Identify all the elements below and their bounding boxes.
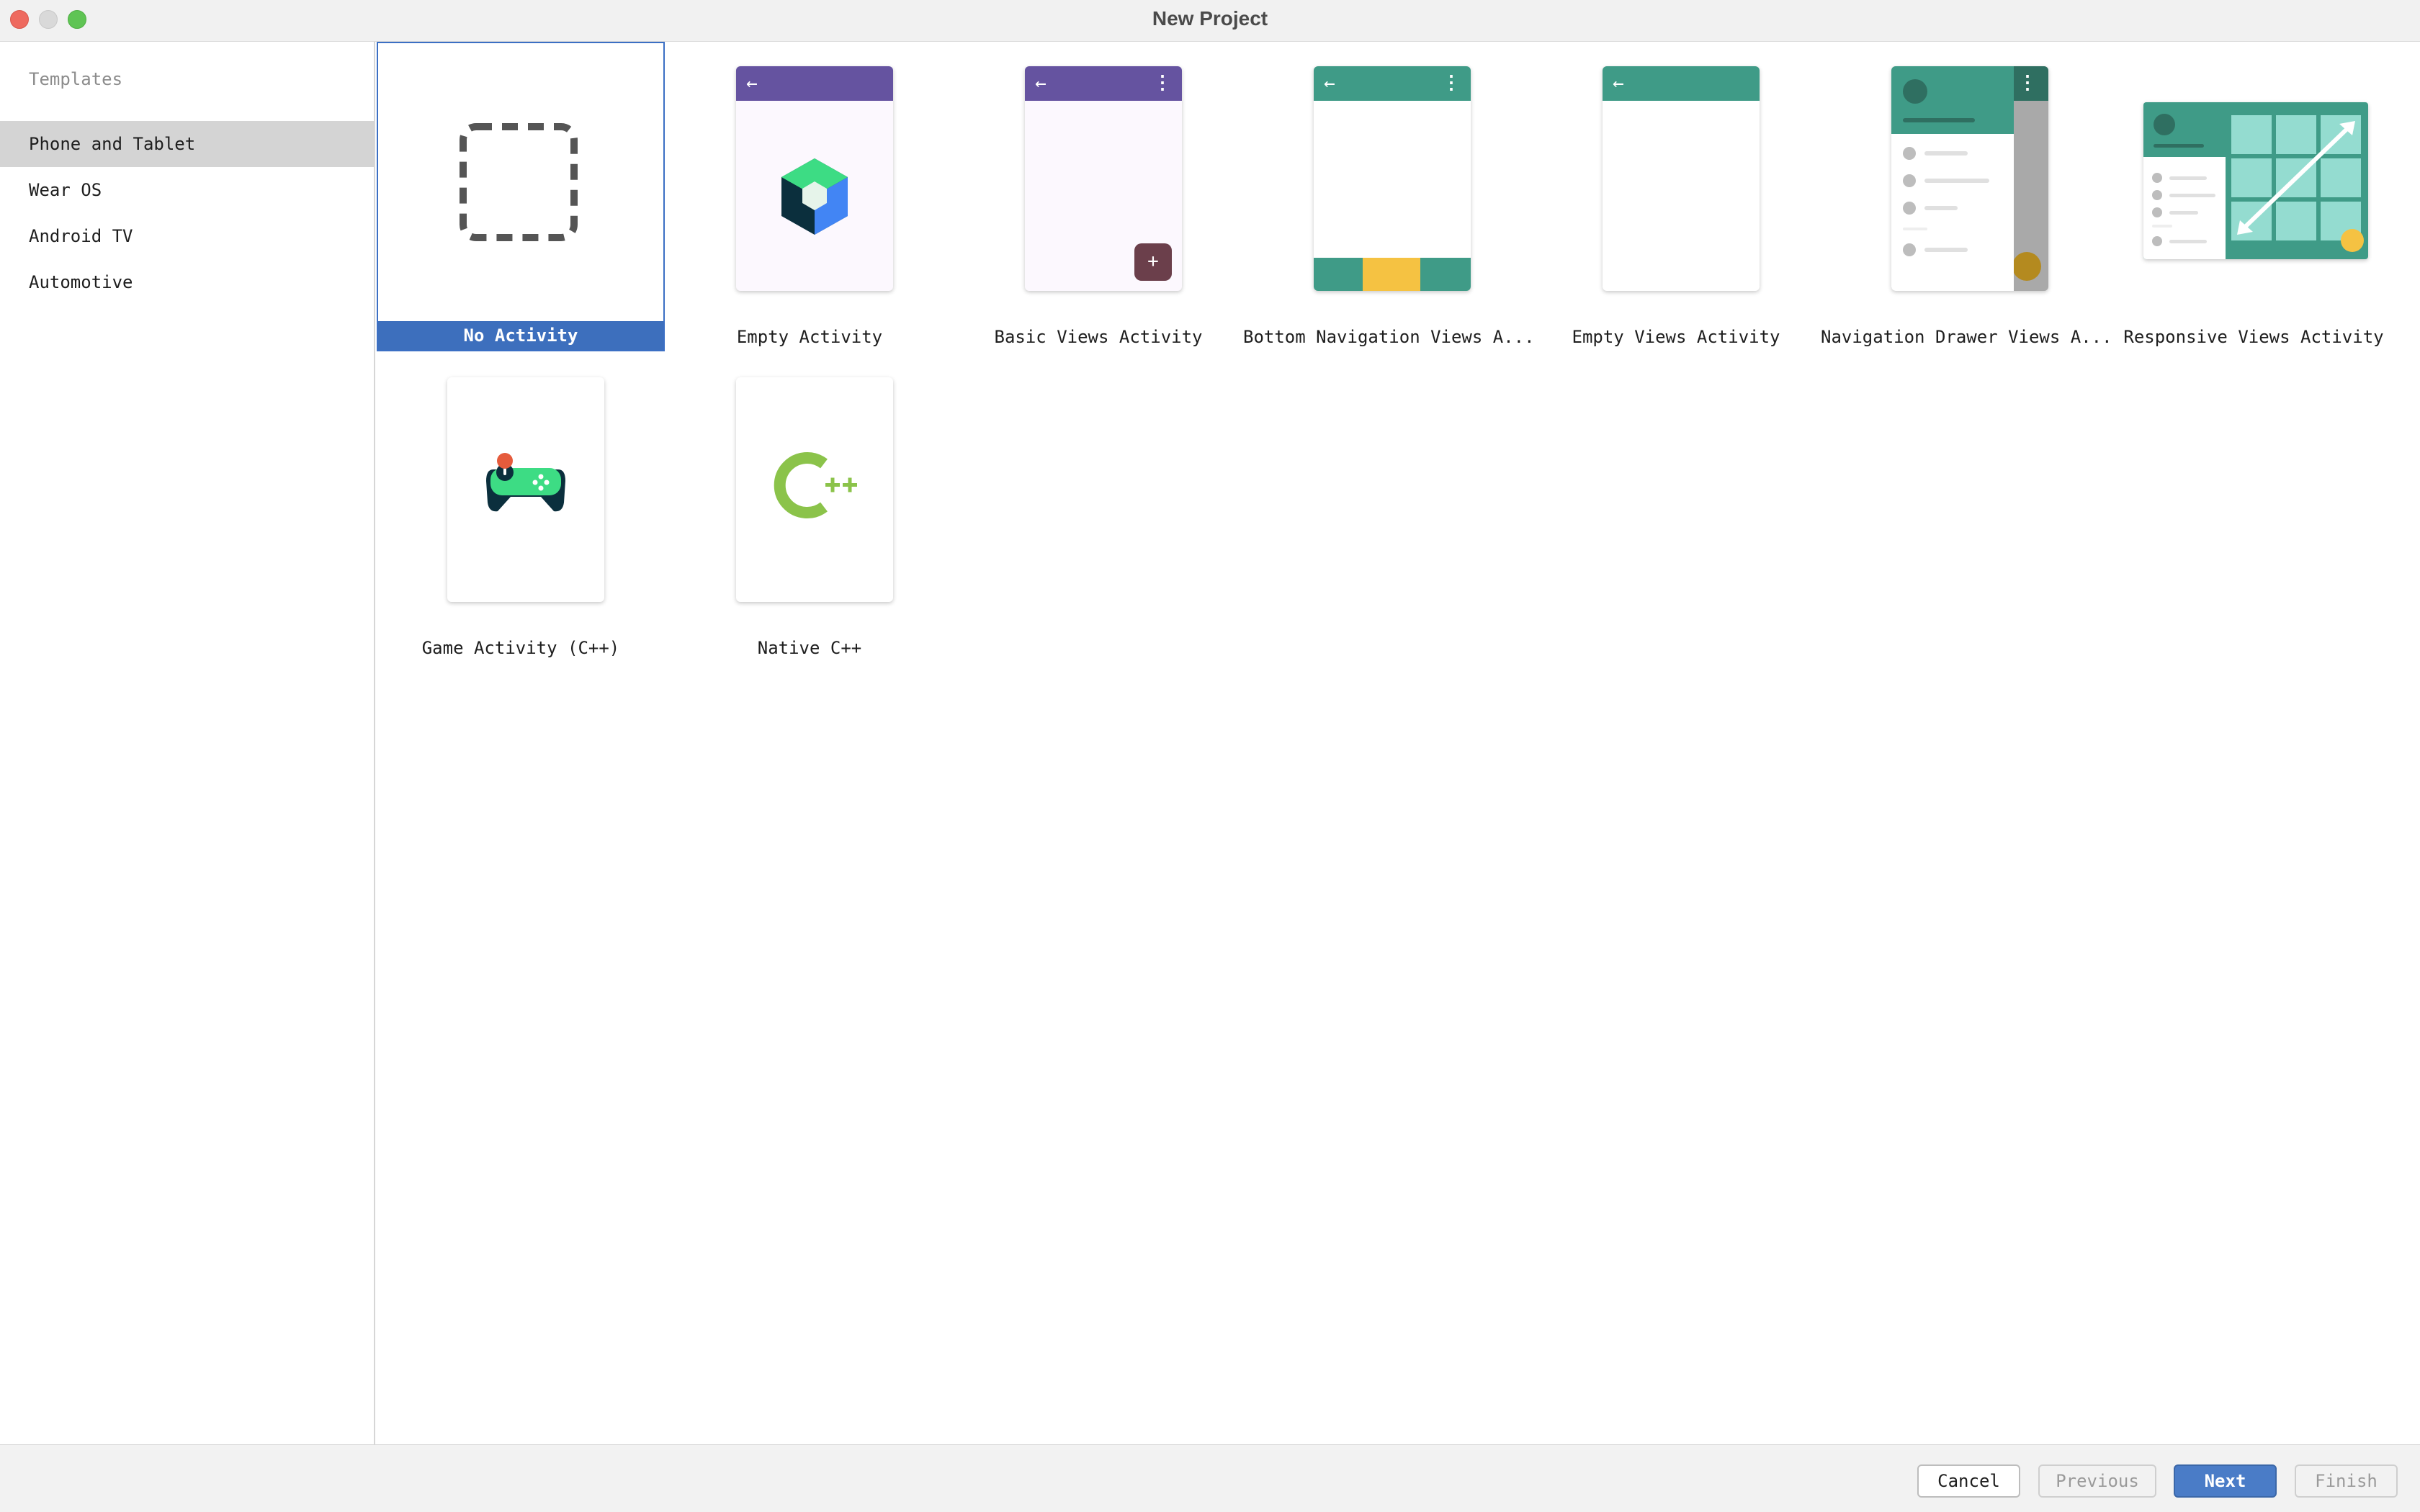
list-item-line xyxy=(2169,211,2198,215)
overflow-menu-icon: ⋮ xyxy=(1442,72,1461,94)
template-responsive-views-activity[interactable]: Responsive Views Activity xyxy=(2110,42,2398,351)
sidebar-item-automotive[interactable]: Automotive xyxy=(0,259,374,305)
template-preview: ← xyxy=(736,66,893,291)
template-label: No Activity xyxy=(378,321,663,350)
list-item-line xyxy=(2169,240,2207,243)
app-bar: ⋮ xyxy=(2014,66,2048,101)
list-item-line xyxy=(2169,194,2215,197)
template-preview: ⋮ xyxy=(1891,66,2048,291)
list-item-line xyxy=(2169,176,2207,180)
drawer-item-dot xyxy=(1903,147,1916,160)
compose-hexagon-icon xyxy=(781,158,848,235)
navigation-drawer xyxy=(1891,66,2014,291)
list-divider xyxy=(2152,225,2172,228)
template-bottom-navigation-views-activity[interactable]: ← ⋮ Bottom Navigation Views A... xyxy=(1243,42,1535,351)
sidebar-item-android-tv[interactable]: Android TV xyxy=(0,213,374,259)
template-basic-views-activity[interactable]: ← ⋮ + Basic Views Activity xyxy=(954,42,1242,351)
template-preview xyxy=(736,377,893,602)
template-preview: ← xyxy=(1603,66,1760,291)
app-bar: ← xyxy=(736,66,893,101)
app-bar: ← ⋮ xyxy=(1025,66,1182,101)
next-button[interactable]: Next xyxy=(2174,1464,2277,1498)
fab-plus-icon: + xyxy=(1134,243,1172,281)
responsive-views-preview xyxy=(2143,102,2368,259)
dialog-footer: Cancel Previous Next Finish xyxy=(0,1444,2420,1512)
list-item-dot xyxy=(2152,207,2162,217)
window-title: New Project xyxy=(1152,7,1268,30)
fab-icon xyxy=(2012,252,2041,281)
list-item-dot xyxy=(2152,236,2162,246)
avatar xyxy=(1903,79,1927,104)
cancel-button[interactable]: Cancel xyxy=(1917,1464,2020,1498)
overflow-menu-icon: ⋮ xyxy=(2018,72,2037,94)
template-navigation-drawer-views-activity[interactable]: ⋮ Navigation Drawer Views A... xyxy=(1821,42,2112,351)
overflow-menu-icon: ⋮ xyxy=(1153,72,1172,94)
template-grid: No Activity ← Empty Activity ← ⋮ + Basic… xyxy=(377,42,2420,1444)
list-pane xyxy=(2143,102,2226,259)
list-pane-header xyxy=(2143,102,2226,157)
list-item-dot xyxy=(2152,173,2162,183)
app-bar: ← xyxy=(1603,66,1760,101)
back-arrow-icon: ← xyxy=(746,73,758,94)
template-label: Empty Views Activity xyxy=(1572,327,1780,347)
template-label: Game Activity (C++) xyxy=(421,638,620,658)
dashed-square-icon xyxy=(460,123,578,241)
drawer-item-dot xyxy=(1903,243,1916,256)
drawer-header xyxy=(1891,66,2014,134)
back-arrow-icon: ← xyxy=(1035,73,1047,94)
templates-sidebar: Templates Phone and Tablet Wear OS Andro… xyxy=(0,42,375,1444)
list-item-dot xyxy=(2152,190,2162,200)
drawer-item-line xyxy=(1924,151,1968,156)
template-label: Navigation Drawer Views A... xyxy=(1821,327,2112,347)
drawer-divider xyxy=(1903,228,1927,230)
template-preview: ← ⋮ + xyxy=(1025,66,1182,291)
sidebar-item-wear-os[interactable]: Wear OS xyxy=(0,167,374,213)
title-bar: New Project xyxy=(0,0,2420,42)
template-label: Empty Activity xyxy=(736,327,883,347)
template-preview xyxy=(447,377,604,602)
back-arrow-icon: ← xyxy=(1613,73,1624,94)
template-label: Native C++ xyxy=(757,638,862,658)
drawer-item-line xyxy=(1924,206,1958,210)
template-label: Responsive Views Activity xyxy=(2123,327,2384,347)
previous-button[interactable]: Previous xyxy=(2038,1464,2156,1498)
gamepad-icon xyxy=(486,453,565,512)
template-empty-activity[interactable]: ← Empty Activity xyxy=(666,42,954,351)
template-native-cpp[interactable]: Native C++ xyxy=(666,353,954,662)
template-label: Bottom Navigation Views A... xyxy=(1243,327,1535,347)
sidebar-item-phone-and-tablet[interactable]: Phone and Tablet xyxy=(0,121,374,167)
sidebar-header: Templates xyxy=(29,69,123,89)
drawer-item-line xyxy=(1924,179,1989,183)
back-arrow-icon: ← xyxy=(1324,73,1335,94)
drawer-header-line xyxy=(1903,118,1975,122)
resize-grid-icon xyxy=(2231,115,2364,252)
template-preview: ← ⋮ xyxy=(1314,66,1471,291)
drawer-item-dot xyxy=(1903,174,1916,187)
avatar xyxy=(2154,114,2175,135)
app-bar: ← ⋮ xyxy=(1314,66,1471,101)
cpp-logo-icon xyxy=(774,452,857,518)
header-line xyxy=(2154,144,2204,148)
template-label: Basic Views Activity xyxy=(994,327,1203,347)
template-empty-views-activity[interactable]: ← Empty Views Activity xyxy=(1532,42,1820,351)
template-game-activity-cpp[interactable]: Game Activity (C++) xyxy=(377,353,665,662)
template-no-activity[interactable]: No Activity xyxy=(377,42,665,351)
drawer-item-dot xyxy=(1903,202,1916,215)
finish-button[interactable]: Finish xyxy=(2295,1464,2398,1498)
drawer-item-line xyxy=(1924,248,1968,252)
bottom-nav-bar xyxy=(1314,258,1471,291)
bottom-nav-selected-item xyxy=(1363,258,1420,291)
